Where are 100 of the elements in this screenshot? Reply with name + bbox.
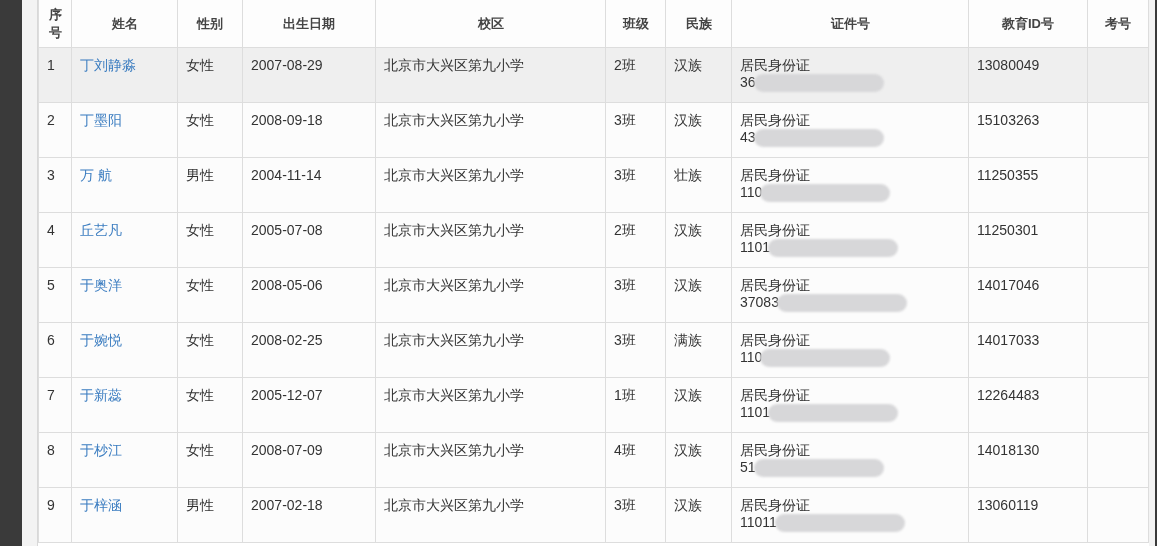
table-cell: 北京市大兴区第九小学: [375, 487, 606, 543]
table-cell: 北京市大兴区第九小学: [375, 377, 606, 433]
id-number: 110: [740, 349, 763, 366]
table-cell: 北京市大兴区第九小学: [375, 102, 606, 158]
column-header: 姓名: [71, 0, 178, 48]
id-number: 11011: [740, 514, 777, 531]
table-cell: 女性: [177, 322, 243, 378]
table-cell: 北京市大兴区第九小学: [375, 157, 606, 213]
table-cell: 满族: [665, 322, 732, 378]
table-cell: 女性: [177, 432, 243, 488]
table-cell: 4: [38, 212, 72, 268]
table-cell: 2004-11-14: [242, 157, 376, 213]
table-cell: 北京市大兴区第九小学: [375, 432, 606, 488]
table-cell: 2班: [605, 212, 666, 268]
table-cell: 14017033: [968, 322, 1088, 378]
student-name-link[interactable]: 丘艺凡: [80, 222, 122, 238]
table-cell: 7: [38, 377, 72, 433]
table-cell: 2005-07-08: [242, 212, 376, 268]
table-cell: 14017046: [968, 267, 1088, 323]
id-type: 居民身份证: [740, 331, 811, 349]
column-header: 性别: [177, 0, 243, 48]
table-cell: 1班: [605, 377, 666, 433]
table-cell: 2: [38, 102, 72, 158]
table-cell: 2008-05-06: [242, 267, 376, 323]
id-number: 1101: [740, 404, 771, 421]
table-cell: 汉族: [665, 487, 732, 543]
table-cell: 4班: [605, 432, 666, 488]
id-type: 居民身份证: [740, 166, 811, 184]
table-cell: 北京市大兴区第九小学: [375, 212, 606, 268]
column-header: 考号: [1087, 0, 1149, 48]
table-cell: 女性: [177, 47, 243, 103]
table-cell: 2班: [605, 47, 666, 103]
table-cell: 13060119: [968, 487, 1088, 543]
table-cell: 北京市大兴区第九小学: [375, 47, 606, 103]
table-cell: 11250301: [968, 212, 1088, 268]
student-name-link[interactable]: 丁墨阳: [80, 112, 122, 128]
table-cell: 女性: [177, 212, 243, 268]
column-header: 证件号: [731, 0, 969, 48]
table-cell: 2007-02-18: [242, 487, 376, 543]
table-cell: 14018130: [968, 432, 1088, 488]
id-type: 居民身份证: [740, 496, 811, 514]
table-cell: 男性: [177, 157, 243, 213]
table-cell: 9: [38, 487, 72, 543]
column-header: 出生日期: [242, 0, 376, 48]
table-cell: 6: [38, 322, 72, 378]
table-cell: 12264483: [968, 377, 1088, 433]
table-cell: 汉族: [665, 212, 732, 268]
student-name-link[interactable]: 于杪江: [80, 442, 122, 458]
table-cell: 2005-12-07: [242, 377, 376, 433]
table-cell: 8: [38, 432, 72, 488]
table-cell: 北京市大兴区第九小学: [375, 322, 606, 378]
table-cell: 汉族: [665, 102, 732, 158]
table-cell: 3班: [605, 102, 666, 158]
id-type: 居民身份证: [740, 276, 811, 294]
id-number: 51: [740, 459, 756, 476]
id-type: 居民身份证: [740, 111, 811, 129]
table-cell: 2008-07-09: [242, 432, 376, 488]
table-cell: 13080049: [968, 47, 1088, 103]
id-number: 36: [740, 74, 756, 91]
table-cell: 15103263: [968, 102, 1088, 158]
table-cell: 2007-08-29: [242, 47, 376, 103]
table-cell: 女性: [177, 267, 243, 323]
student-name-link[interactable]: 于婉悦: [80, 332, 122, 348]
id-number: 1101: [740, 239, 771, 256]
table-cell: 11250355: [968, 157, 1088, 213]
id-type: 居民身份证: [740, 56, 811, 74]
column-header: 教育ID号: [968, 0, 1088, 48]
column-header: 序号: [38, 0, 72, 48]
table-cell: 壮族: [665, 157, 732, 213]
student-name-link[interactable]: 于奥洋: [80, 277, 122, 293]
table-cell: 3班: [605, 487, 666, 543]
id-number: 37083: [740, 294, 779, 311]
table-cell: 3: [38, 157, 72, 213]
id-type: 居民身份证: [740, 386, 811, 404]
student-name-link[interactable]: 丁刘静淼: [80, 57, 136, 73]
table-cell: 汉族: [665, 432, 732, 488]
table-cell: 1: [38, 47, 72, 103]
table-cell: 3班: [605, 322, 666, 378]
table-cell: 2008-09-18: [242, 102, 376, 158]
table-cell: 汉族: [665, 377, 732, 433]
column-header: 民族: [665, 0, 732, 48]
id-number: 110: [740, 184, 763, 201]
table-cell: 5: [38, 267, 72, 323]
table-cell: 汉族: [665, 267, 732, 323]
student-name-link[interactable]: 万 航: [80, 167, 112, 183]
table-cell: 男性: [177, 487, 243, 543]
student-name-link[interactable]: 于梓涵: [80, 497, 122, 513]
column-header: 班级: [605, 0, 666, 48]
table-cell: 北京市大兴区第九小学: [375, 267, 606, 323]
table-cell: 3班: [605, 157, 666, 213]
table-cell: 汉族: [665, 47, 732, 103]
table-cell: 女性: [177, 102, 243, 158]
student-name-link[interactable]: 于新蕊: [80, 387, 122, 403]
table-cell: 2008-02-25: [242, 322, 376, 378]
id-number: 43: [740, 129, 756, 146]
column-header: 校区: [375, 0, 606, 48]
table-cell: 3班: [605, 267, 666, 323]
id-type: 居民身份证: [740, 441, 811, 459]
table-cell: 女性: [177, 377, 243, 433]
id-type: 居民身份证: [740, 221, 811, 239]
